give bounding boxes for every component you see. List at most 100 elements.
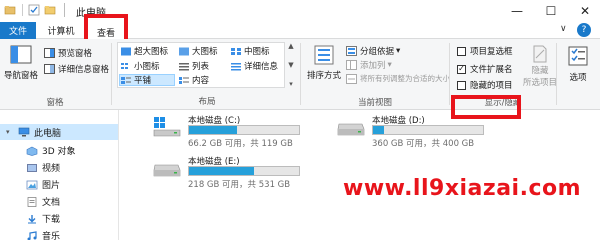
details-pane-button[interactable]: 详细信息窗格: [44, 63, 109, 75]
layout-label: 中图标: [244, 47, 270, 57]
layout-label: 小图标: [134, 62, 160, 72]
music-icon: [27, 230, 37, 240]
layout-label: 超大图标: [134, 47, 169, 57]
extra-large-icons-icon: [121, 47, 131, 55]
layout-extra-large-icons[interactable]: 超大图标: [120, 45, 168, 57]
ribbon: 导航窗格 预览窗格 详细信息窗格 窗格 超大图标 大图标 中图标 小图标 列表 …: [0, 39, 600, 119]
hide-selected-button[interactable]: 隐藏 所选项目: [523, 44, 557, 88]
nav-item-label: 图片: [42, 181, 61, 191]
small-icons-icon: [121, 62, 128, 69]
layout-medium-icons[interactable]: 中图标: [230, 45, 270, 57]
download-icon: [28, 214, 36, 223]
details-pane-label: 详细信息窗格: [58, 65, 110, 75]
hide-selected-label: 隐藏: [531, 66, 549, 76]
hidden-items-label: 隐藏的项目: [470, 81, 513, 91]
drive-info: 66.2 GB 可用，共 119 GB: [188, 139, 293, 149]
layout-large-icons[interactable]: 大图标: [178, 45, 218, 57]
options-icon: [568, 46, 588, 66]
size-all-columns-button[interactable]: 将所有列调整为合适的大小: [346, 73, 450, 84]
expand-gallery-icon[interactable]: ▾: [289, 80, 293, 88]
file-extensions-toggle[interactable]: ✓ 文件扩展名: [457, 63, 513, 75]
size-all-columns-label: 将所有列调整为合适的大小: [360, 74, 450, 83]
navigation-pane: ▾ 此电脑 3D 对象 视频 图片 文档 下载 音乐: [0, 110, 118, 240]
nav-item-pictures[interactable]: 图片: [26, 178, 60, 191]
expand-arrow-icon[interactable]: ▾: [6, 128, 14, 136]
divider: [556, 43, 557, 105]
layout-content[interactable]: 内容: [178, 74, 209, 86]
dropdown-arrow-icon: ▾: [396, 46, 401, 56]
drive-usage-bar: [188, 166, 300, 176]
panes-group: 导航窗格 预览窗格 详细信息窗格 窗格: [0, 39, 110, 110]
nav-item-downloads[interactable]: 下载: [26, 212, 60, 225]
group-by-icon: [346, 46, 357, 56]
layout-label: 详细信息: [244, 62, 279, 72]
sort-icon: [314, 45, 334, 65]
group-by-button[interactable]: 分组依据 ▾: [346, 45, 400, 57]
file-extensions-label: 文件扩展名: [470, 65, 513, 75]
tab-view-label: 查看: [96, 28, 115, 39]
nav-item-this-pc[interactable]: ▾ 此电脑: [0, 124, 118, 140]
add-columns-button[interactable]: 添加列 ▾: [346, 59, 392, 71]
drive-info: 360 GB 可用，共 400 GB: [372, 139, 475, 149]
nav-item-label: 文档: [42, 198, 61, 208]
current-view-group-label: 当前视图: [357, 98, 392, 108]
scroll-up-icon[interactable]: ▲: [288, 42, 293, 50]
preview-pane-label: 预览窗格: [58, 49, 93, 59]
drive-usage-fill: [189, 167, 254, 175]
computer-icon: [18, 127, 30, 137]
drive-usage-fill: [373, 126, 384, 134]
sort-by-label: 排序方式: [306, 71, 341, 81]
preview-pane-button[interactable]: 预览窗格: [44, 47, 92, 59]
layout-gallery: 超大图标 大图标 中图标 小图标 列表 详细信息 平铺 内容: [117, 42, 285, 88]
list-icon: [179, 62, 189, 70]
panes-group-label: 窗格: [46, 98, 64, 108]
nav-pane-icon: [10, 45, 32, 64]
layout-list[interactable]: 列表: [178, 60, 209, 72]
drive-info: 218 GB 可用，共 531 GB: [188, 180, 291, 190]
hidden-items-toggle[interactable]: 隐藏的项目: [457, 79, 513, 91]
checkbox-checked[interactable]: ✓: [457, 64, 466, 74]
nav-item-documents[interactable]: 文档: [26, 195, 60, 208]
properties-check-icon[interactable]: [28, 4, 40, 16]
layout-label: 内容: [192, 76, 210, 86]
group-by-label: 分组依据: [360, 47, 395, 57]
layout-small-icons[interactable]: 小图标: [120, 60, 160, 72]
layout-scroll[interactable]: ▲ ▼ ▾: [286, 42, 296, 88]
tab-computer[interactable]: 计算机: [42, 22, 80, 39]
layout-label: 列表: [192, 62, 210, 72]
watermark-text: www.ll9xiazai.com: [343, 176, 582, 201]
nav-pane-label: 导航窗格: [3, 71, 38, 81]
hide-selected-icon: [533, 45, 547, 63]
divider: [64, 3, 65, 17]
drive-usage-bar: [188, 125, 300, 135]
windows-drive-icon: [153, 117, 181, 137]
collapse-ribbon-button[interactable]: ∨: [560, 24, 567, 34]
divider: [449, 43, 450, 105]
sort-by-button[interactable]: 排序方式: [304, 43, 344, 81]
new-folder-icon[interactable]: [44, 4, 56, 16]
folder-icon[interactable]: [4, 4, 16, 16]
scroll-down-icon[interactable]: ▼: [288, 61, 293, 69]
layout-details[interactable]: 详细信息: [230, 60, 278, 72]
nav-item-label: 音乐: [42, 232, 61, 240]
dropdown-arrow-icon: ▾: [387, 60, 392, 70]
help-button[interactable]: ?: [577, 23, 591, 37]
3d-objects-icon: [26, 146, 38, 156]
item-checkboxes-toggle[interactable]: 项目复选框: [457, 45, 513, 57]
current-view-group: 排序方式 分组依据 ▾ 添加列 ▾ 将所有列调整为合适的大小 当前视图: [302, 39, 450, 110]
nav-item-label: 此电脑: [34, 128, 62, 139]
divider: [300, 43, 301, 105]
size-columns-icon: [346, 73, 357, 84]
layout-tiles[interactable]: 平铺: [119, 74, 175, 86]
nav-item-videos[interactable]: 视频: [26, 161, 60, 174]
nav-item-music[interactable]: 音乐: [26, 229, 60, 240]
nav-item-3d-objects[interactable]: 3D 对象: [26, 144, 76, 157]
maximize-button[interactable]: ☐: [534, 0, 568, 22]
checkbox[interactable]: [457, 80, 466, 90]
nav-pane-button[interactable]: 导航窗格: [3, 43, 39, 81]
minimize-button[interactable]: —: [500, 0, 534, 22]
tab-file[interactable]: 文件: [0, 22, 36, 39]
options-button[interactable]: 选项: [560, 45, 596, 83]
close-button[interactable]: ✕: [568, 0, 600, 22]
checkbox[interactable]: [457, 46, 466, 56]
